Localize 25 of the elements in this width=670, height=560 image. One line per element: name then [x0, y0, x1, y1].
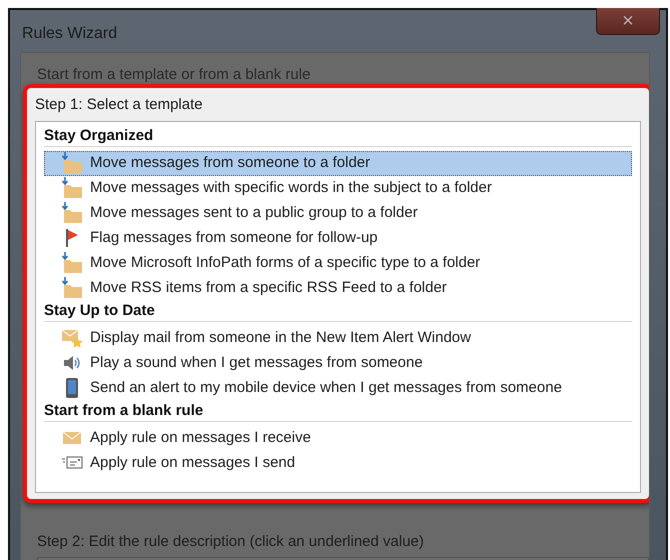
template-item[interactable]: Apply rule on messages I receive [44, 426, 632, 450]
step-label: Step 2: Edit the rule description (click an underlined value) [37, 532, 424, 552]
folder-icon [61, 202, 83, 224]
template-item[interactable]: Flag messages from someone for follow-up [44, 226, 632, 250]
template-item[interactable]: Display mail from someone in the New Item Alert Window [44, 326, 632, 350]
group-heading: Stay Up to Date [44, 300, 156, 320]
template-item[interactable]: Play a sound when I get messages from someone [44, 350, 632, 376]
template-item[interactable]: Move messages from someone to a folder [44, 150, 632, 176]
folder-icon [61, 277, 83, 299]
template-item[interactable]: Move Microsoft InfoPath forms of a specific type to a folder [44, 250, 632, 276]
mail-star-icon [61, 327, 83, 349]
template-item[interactable]: Apply rule on messages I send [44, 450, 632, 476]
template-item[interactable]: Move messages sent to a public group to a folder [44, 200, 632, 226]
template-item[interactable]: Move RSS items from a specific RSS Feed to a folder [44, 276, 632, 300]
close-button[interactable]: × [596, 8, 660, 35]
group-heading: Stay Organized [44, 126, 154, 146]
template-item[interactable]: Send an alert to my mobile device when I get messages from someone [44, 376, 632, 400]
window-title: Rules Wizard [21, 24, 118, 44]
folder-icon [61, 152, 83, 174]
folder-icon [61, 252, 83, 274]
intro-text: Start from a template or from a blank rule [37, 67, 312, 83]
step-label: Step 1: Select a template [35, 95, 203, 115]
group-heading: Start from a blank rule [44, 400, 204, 420]
template-item[interactable]: Move messages with specific words in the subject to a folder [44, 176, 632, 200]
folder-icon [61, 177, 83, 199]
